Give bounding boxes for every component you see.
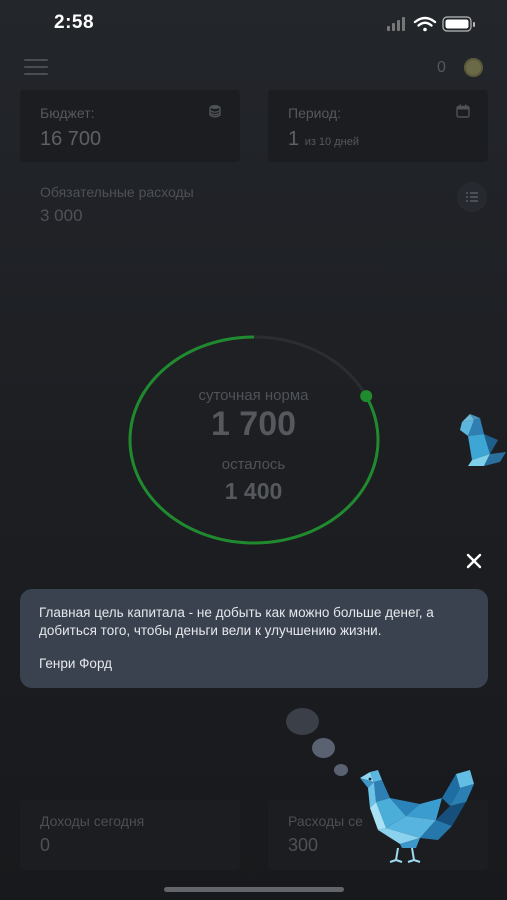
bird-mascot-icon[interactable] — [450, 410, 507, 470]
budget-value: 16 700 — [40, 128, 102, 150]
expenses-label: Расходы се — [288, 813, 363, 829]
coin-icon[interactable] — [464, 58, 483, 77]
database-icon — [209, 105, 221, 118]
status-time: 2:58 — [54, 12, 95, 33]
period-label: Период: — [288, 105, 341, 121]
thought-bubble-large — [286, 708, 319, 735]
period-card[interactable]: Период: 1 из 10 дней — [268, 90, 488, 162]
list-icon — [466, 192, 478, 202]
income-today-card[interactable]: Доходы сегодня 0 — [20, 800, 240, 870]
income-value: 0 — [40, 835, 51, 855]
remaining-label: осталось — [221, 456, 286, 473]
home-indicator[interactable] — [164, 887, 344, 892]
period-day: 1 — [288, 128, 300, 150]
quote-bubble: Главная цель капитала - не добыть как мо… — [20, 589, 488, 688]
income-label: Доходы сегодня — [40, 813, 145, 829]
close-icon[interactable] — [464, 551, 484, 571]
signal-icon — [387, 17, 405, 31]
bird-mascot-large-icon[interactable] — [356, 768, 478, 864]
coin-count: 0 — [437, 59, 446, 76]
mandatory-value: 3 000 — [40, 206, 83, 225]
menu-icon[interactable] — [24, 59, 48, 77]
status-icons — [387, 16, 475, 32]
budget-label: Бюджет: — [40, 105, 95, 121]
wifi-icon — [413, 16, 437, 32]
thought-bubble-medium — [312, 738, 335, 758]
period-suffix: из 10 дней — [304, 136, 359, 148]
calendar-icon — [456, 104, 470, 118]
expenses-value: 300 — [288, 835, 319, 855]
daily-norm-label: суточная норма — [198, 387, 309, 404]
remaining-value: 1 400 — [224, 478, 283, 504]
mandatory-label: Обязательные расходы — [40, 184, 194, 200]
list-button[interactable] — [457, 182, 487, 212]
quote-author: Генри Форд — [39, 656, 113, 671]
period-value: 1 из 10 дней — [288, 128, 359, 151]
battery-icon — [442, 16, 475, 32]
budget-card[interactable]: Бюджет: 16 700 — [20, 90, 240, 162]
quote-text: Главная цель капитала - не добыть как мо… — [39, 605, 434, 638]
thought-bubble-small — [334, 764, 348, 776]
daily-norm-value: 1 700 — [210, 405, 297, 443]
